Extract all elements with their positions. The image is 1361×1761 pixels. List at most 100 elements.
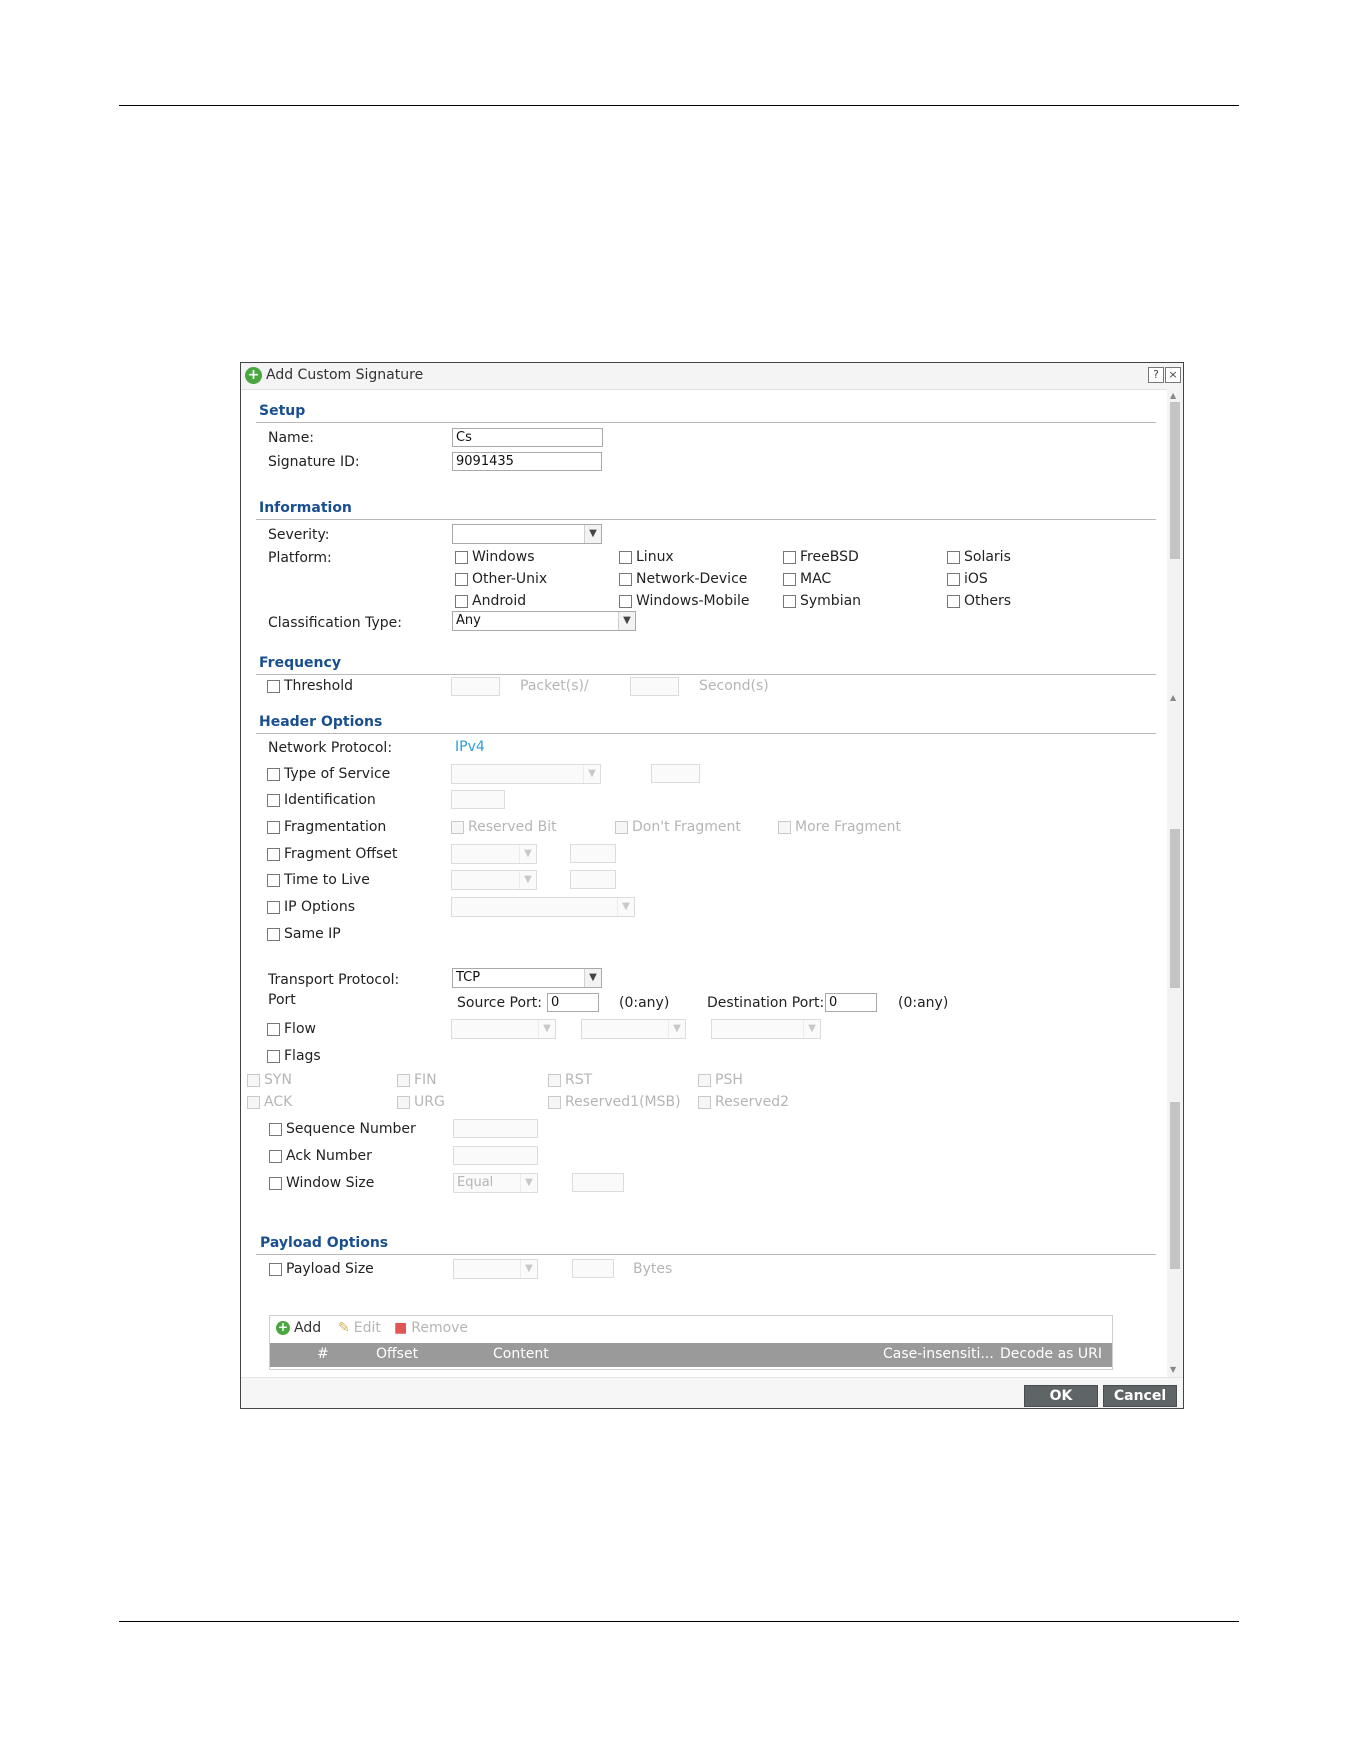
identification-checkbox[interactable]: Identification	[267, 792, 376, 808]
section-rule	[256, 1254, 1156, 1255]
type-of-service-field[interactable]	[651, 764, 700, 783]
vertical-scrollbar[interactable]: ▲ ▲ ▼	[1167, 389, 1183, 1379]
scrollbar-thumb-bottom[interactable]	[1170, 1102, 1180, 1269]
fragment-offset-field[interactable]	[570, 844, 616, 863]
platform-ios-checkbox[interactable]: iOS	[947, 571, 988, 587]
payload-table: + Add ✎ Edit ■ Remove # Offset Content C…	[269, 1315, 1113, 1370]
flag-reserved2-checkbox[interactable]: Reserved2	[698, 1094, 789, 1110]
time-to-live-checkbox[interactable]: Time to Live	[267, 872, 370, 888]
fragmentation-checkbox[interactable]: Fragmentation	[267, 819, 386, 835]
transport-protocol-select[interactable]: TCP ▼	[452, 968, 602, 988]
flow-checkbox[interactable]: Flow	[267, 1021, 316, 1037]
network-protocol-link[interactable]: IPv4	[455, 739, 485, 755]
type-of-service-checkbox[interactable]: Type of Service	[267, 766, 390, 782]
flag-psh-checkbox[interactable]: PSH	[698, 1072, 743, 1088]
ack-number-checkbox[interactable]: Ack Number	[269, 1148, 372, 1164]
scroll-down-icon[interactable]: ▼	[1170, 1365, 1176, 1374]
platform-network-device-checkbox[interactable]: Network-Device	[619, 571, 747, 587]
platform-android-checkbox[interactable]: Android	[455, 593, 526, 609]
checkbox-label: Windows	[472, 549, 535, 565]
checkbox-icon	[267, 927, 280, 941]
payload-size-field[interactable]	[572, 1259, 614, 1278]
ip-options-select[interactable]: ▼	[451, 897, 635, 917]
platform-freebsd-checkbox[interactable]: FreeBSD	[783, 549, 859, 565]
edit-button[interactable]: ✎ Edit	[338, 1320, 381, 1336]
help-icon[interactable]: ?	[1148, 367, 1164, 383]
platform-windows-mobile-checkbox[interactable]: Windows-Mobile	[619, 593, 749, 609]
same-ip-checkbox[interactable]: Same IP	[267, 926, 341, 942]
payload-size-select[interactable]: ▼	[453, 1259, 538, 1279]
platform-windows-checkbox[interactable]: Windows	[455, 549, 535, 565]
flag-rst-checkbox[interactable]: RST	[548, 1072, 592, 1088]
flag-urg-checkbox[interactable]: URG	[397, 1094, 445, 1110]
severity-select[interactable]: ▼	[452, 524, 602, 544]
destination-port-label: Destination Port:	[707, 995, 825, 1011]
ok-button[interactable]: OK	[1024, 1385, 1098, 1407]
threshold-seconds-field[interactable]	[630, 677, 679, 696]
scroll-up-icon[interactable]: ▲	[1170, 391, 1176, 400]
checkbox-icon	[947, 550, 960, 564]
payload-size-checkbox[interactable]: Payload Size	[269, 1261, 374, 1277]
name-field[interactable]: Cs	[452, 428, 603, 447]
checkbox-icon	[455, 550, 468, 564]
cancel-button[interactable]: Cancel	[1103, 1385, 1177, 1407]
scrollbar-thumb-middle[interactable]	[1170, 829, 1180, 988]
column-header-case-insensitive[interactable]: Case-insensiti...	[883, 1346, 994, 1362]
ack-number-field[interactable]	[453, 1146, 538, 1165]
source-port-field[interactable]: 0	[547, 993, 599, 1012]
fragment-offset-checkbox[interactable]: Fragment Offset	[267, 846, 397, 862]
checkbox-label: More Fragment	[795, 819, 902, 835]
add-button[interactable]: + Add	[276, 1320, 321, 1336]
scrollbar-thumb-top[interactable]	[1170, 402, 1180, 559]
flag-fin-checkbox[interactable]: FIN	[397, 1072, 437, 1088]
dialog-title: Add Custom Signature	[266, 367, 424, 383]
flag-reserved1-checkbox[interactable]: Reserved1(MSB)	[548, 1094, 681, 1110]
flow-select-3[interactable]: ▼	[711, 1019, 821, 1039]
column-header-decode-as-uri[interactable]: Decode as URI	[1000, 1346, 1102, 1362]
flow-select-2[interactable]: ▼	[581, 1019, 686, 1039]
sequence-number-field[interactable]	[453, 1119, 538, 1138]
window-size-field[interactable]	[572, 1173, 624, 1192]
chevron-down-icon: ▼	[583, 765, 600, 783]
threshold-checkbox[interactable]: Threshold	[267, 678, 353, 694]
threshold-packets-field[interactable]	[451, 677, 500, 696]
checkbox-label: Sequence Number	[286, 1121, 416, 1137]
checkbox-label: PSH	[715, 1072, 743, 1088]
dont-fragment-checkbox[interactable]: Don't Fragment	[615, 819, 741, 835]
window-size-select[interactable]: Equal ▼	[453, 1173, 538, 1193]
column-header-offset[interactable]: Offset	[376, 1346, 418, 1362]
destination-port-field[interactable]: 0	[825, 993, 877, 1012]
column-header-content[interactable]: Content	[493, 1346, 549, 1362]
flow-select-1[interactable]: ▼	[451, 1019, 556, 1039]
fragment-offset-select[interactable]: ▼	[451, 844, 537, 864]
checkbox-label: FIN	[414, 1072, 437, 1088]
more-fragment-checkbox[interactable]: More Fragment	[778, 819, 901, 835]
flags-checkbox[interactable]: Flags	[267, 1048, 321, 1064]
checkbox-icon	[247, 1073, 260, 1087]
section-title-frequency: Frequency	[259, 655, 341, 671]
checkbox-icon	[783, 594, 796, 608]
platform-mac-checkbox[interactable]: MAC	[783, 571, 831, 587]
close-icon[interactable]: ×	[1165, 367, 1181, 383]
platform-others-checkbox[interactable]: Others	[947, 593, 1011, 609]
platform-symbian-checkbox[interactable]: Symbian	[783, 593, 861, 609]
classification-type-select[interactable]: Any ▼	[452, 611, 636, 631]
type-of-service-select[interactable]: ▼	[451, 764, 601, 784]
window-size-checkbox[interactable]: Window Size	[269, 1175, 374, 1191]
flag-ack-checkbox[interactable]: ACK	[247, 1094, 292, 1110]
ip-options-checkbox[interactable]: IP Options	[267, 899, 355, 915]
time-to-live-field[interactable]	[570, 870, 616, 889]
time-to-live-select[interactable]: ▼	[451, 870, 537, 890]
identification-field[interactable]	[451, 790, 505, 809]
reserved-bit-checkbox[interactable]: Reserved Bit	[451, 819, 557, 835]
signature-id-field[interactable]: 9091435	[452, 452, 602, 471]
flag-syn-checkbox[interactable]: SYN	[247, 1072, 292, 1088]
checkbox-icon	[267, 767, 280, 781]
checkbox-label: MAC	[800, 571, 832, 587]
remove-button[interactable]: ■ Remove	[394, 1320, 468, 1336]
platform-solaris-checkbox[interactable]: Solaris	[947, 549, 1011, 565]
column-header-number[interactable]: #	[317, 1346, 329, 1362]
platform-other-unix-checkbox[interactable]: Other-Unix	[455, 571, 547, 587]
platform-linux-checkbox[interactable]: Linux	[619, 549, 674, 565]
sequence-number-checkbox[interactable]: Sequence Number	[269, 1121, 416, 1137]
